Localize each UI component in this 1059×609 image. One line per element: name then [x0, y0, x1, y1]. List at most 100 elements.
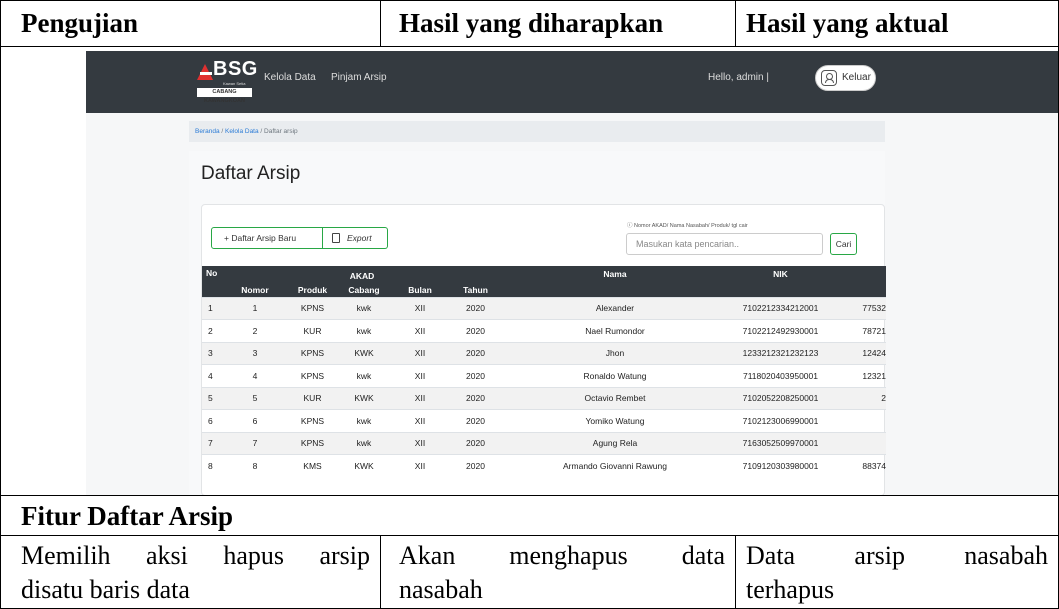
cell-cabang: kwk — [338, 409, 390, 432]
cell-cabang: kwk — [338, 364, 390, 387]
header-row: Pengujian Hasil yang diharapkan Hasil ya… — [1, 1, 1058, 47]
cell-produk: KUR — [287, 386, 338, 410]
table-row[interactable]: 8 8 KMS KWK XII 2020 Armando Giovanni Rawung 71… — [202, 454, 886, 477]
desc-line: disatu baris data — [21, 575, 190, 604]
search-help-label: Nomor AKAD/ Nama Nasabah/ Produk/ tgl ca… — [634, 223, 748, 229]
search-button[interactable]: Cari — [830, 233, 857, 255]
page-title: Daftar Arsip — [201, 163, 301, 184]
cell-nomor: 3 — [223, 341, 287, 365]
cell-nama: Jhon — [501, 341, 729, 365]
table-row[interactable]: 3 3 KPNS KWK XII 2020 Jhon 1233212321232123 1242… — [202, 341, 886, 365]
cell-extra: 2 — [832, 386, 886, 410]
breadcrumb-kelola[interactable]: Kelola Data — [225, 128, 259, 135]
cell-extra: 78721 — [832, 319, 886, 342]
col-cabang: Cabang — [338, 283, 390, 297]
header-hasil-diharapkan: Hasil yang diharapkan — [381, 1, 736, 46]
desc-line: Memilih aksi hapus arsip — [21, 541, 370, 570]
cell-no: 8 — [202, 454, 223, 477]
cell-nama: Nael Rumondor — [501, 319, 729, 342]
cell-no: 1 — [202, 296, 223, 320]
cell-tahun: 2020 — [450, 409, 501, 432]
cell-nomor: 8 — [223, 454, 287, 477]
logout-label: Keluar — [842, 72, 871, 83]
table-row[interactable]: 2 2 KUR kwk XII 2020 Nael Rumondor 710221249293… — [202, 319, 886, 342]
cell-nomor: 5 — [223, 386, 287, 410]
desc-diharapkan: Akan menghapus data nasabah — [381, 536, 736, 608]
cell-no: 3 — [202, 341, 223, 365]
table-row[interactable]: 1 1 KPNS kwk XII 2020 Alexander 710221233421200… — [202, 296, 886, 320]
cell-bulan: XII — [390, 454, 450, 477]
cell-produk: KPNS — [287, 409, 338, 432]
col-no: No — [202, 266, 223, 297]
cell-extra — [832, 431, 886, 455]
cell-nik: 7102123006990001 — [729, 409, 832, 432]
col-akad: AKAD — [223, 266, 501, 283]
screenshot-row: BSG Kawan Setia CABANG KAWANGKOAN Kelola… — [1, 47, 1058, 496]
table-row[interactable]: 6 6 KPNS kwk XII 2020 Yomiko Watung 71021230069… — [202, 409, 886, 432]
logo-subtitle: CABANG KAWANGKOAN — [197, 88, 252, 104]
logo-stripe — [200, 72, 212, 75]
cell-nama: Octavio Rembet — [501, 386, 729, 410]
cell-cabang: kwk — [338, 296, 390, 320]
cell-nik: 7118020403950001 — [729, 364, 832, 387]
desc-line: Akan menghapus data — [399, 541, 725, 570]
cell-nik: 1233212321232123 — [729, 341, 832, 365]
desc-line: nasabah — [399, 575, 483, 604]
bsg-logo[interactable]: BSG Kawan Setia CABANG KAWANGKOAN — [197, 58, 257, 104]
export-label: Export — [347, 233, 372, 243]
col-nomor: Nomor — [223, 283, 287, 297]
desc-aktual: Data arsip nasabah terhapus — [736, 536, 1058, 608]
cell-produk: KPNS — [287, 431, 338, 455]
col-nik: NIK — [729, 266, 832, 297]
cell-extra: 12424 — [832, 341, 886, 365]
search-input[interactable]: Masukan kata pencarian.. — [626, 233, 823, 255]
desc-line: terhapus — [746, 575, 835, 604]
add-archive-button[interactable]: + Daftar Arsip Baru — [211, 227, 323, 249]
header-pengujian: Pengujian — [1, 1, 381, 46]
cell-nik: 7109120303980001 — [729, 454, 832, 477]
cell-nik: 7102052208250001 — [729, 386, 832, 410]
cell-cabang: kwk — [338, 431, 390, 455]
navbar: BSG Kawan Setia CABANG KAWANGKOAN Kelola… — [86, 51, 1058, 113]
col-tahun: Tahun — [450, 283, 501, 297]
cell-bulan: XII — [390, 431, 450, 455]
table-row[interactable]: 5 5 KUR KWK XII 2020 Octavio Rembet 71020522082… — [202, 386, 886, 410]
cell-bulan: XII — [390, 319, 450, 342]
description-row: Memilih aksi hapus arsip disatu baris da… — [1, 536, 1058, 608]
cell-extra: 77532 — [832, 296, 886, 320]
cell-tahun: 2020 — [450, 319, 501, 342]
cell-nomor: 4 — [223, 364, 287, 387]
cell-tahun: 2020 — [450, 364, 501, 387]
breadcrumb: Beranda / Kelola Data / Daftar arsip — [189, 121, 885, 142]
export-button[interactable]: Export — [323, 227, 388, 249]
table-row[interactable]: 4 4 KPNS kwk XII 2020 Ronaldo Watung 7118020403… — [202, 364, 886, 387]
cell-nama: Ronaldo Watung — [501, 364, 729, 387]
cell-bulan: XII — [390, 296, 450, 320]
cell-produk: KMS — [287, 454, 338, 477]
document-table: Pengujian Hasil yang diharapkan Hasil ya… — [0, 0, 1059, 609]
user-icon — [821, 70, 837, 86]
col-produk: Produk — [287, 283, 338, 297]
cell-tahun: 2020 — [450, 386, 501, 410]
cell-nama: Alexander — [501, 296, 729, 320]
cell-nomor: 6 — [223, 409, 287, 432]
table-row[interactable]: 7 7 KPNS kwk XII 2020 Agung Rela 71630525099700… — [202, 431, 886, 455]
desc-pengujian: Memilih aksi hapus arsip disatu baris da… — [1, 536, 381, 608]
cell-cabang: KWK — [338, 454, 390, 477]
cell-extra: 12321 — [832, 364, 886, 387]
cell-bulan: XII — [390, 386, 450, 410]
cell-bulan: XII — [390, 341, 450, 365]
header-hasil-aktual: Hasil yang aktual — [746, 8, 949, 38]
cell-produk: KPNS — [287, 341, 338, 365]
logout-button[interactable]: Keluar — [815, 65, 876, 91]
logo-text: BSG — [213, 58, 258, 80]
cell-cabang: kwk — [338, 319, 390, 342]
cell-no: 2 — [202, 319, 223, 342]
cell-nomor: 2 — [223, 319, 287, 342]
cell-nama: Agung Rela — [501, 431, 729, 455]
nav-pinjam-arsip[interactable]: Pinjam Arsip — [331, 72, 387, 83]
breadcrumb-home[interactable]: Beranda — [195, 128, 220, 135]
col-nama: Nama — [501, 266, 729, 297]
nav-kelola-data[interactable]: Kelola Data — [264, 72, 316, 83]
cell-no: 4 — [202, 364, 223, 387]
